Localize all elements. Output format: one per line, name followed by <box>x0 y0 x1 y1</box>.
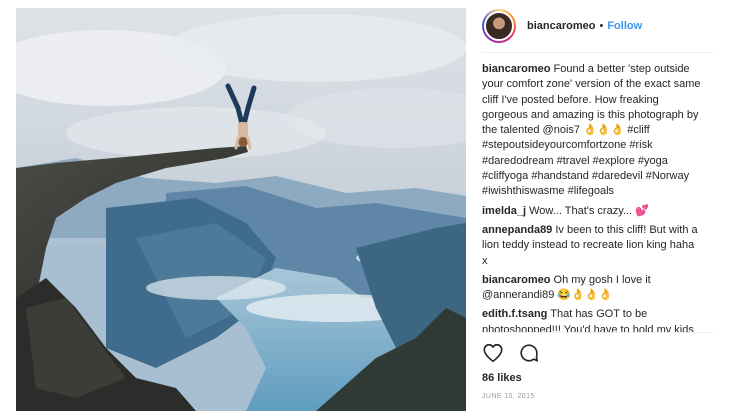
post-actions <box>482 342 540 366</box>
comment-item: biancaromeo Found a better 'step outside… <box>482 62 702 200</box>
follow-button[interactable]: Follow <box>607 20 642 32</box>
comment-icon[interactable] <box>518 342 540 364</box>
actions-divider <box>482 332 714 333</box>
comment-username[interactable]: edith.f.tsang <box>482 308 547 320</box>
comment-item: biancaromeo Oh my gosh I love it @annera… <box>482 273 702 304</box>
comment-item: annepanda89 Iv been to this cliff! But w… <box>482 223 702 269</box>
post-header: biancaromeo • Follow <box>482 7 714 45</box>
comment-username[interactable]: biancaromeo <box>482 274 550 286</box>
post-side-panel: biancaromeo • Follow biancaromeo Found a… <box>466 0 730 411</box>
post-photo[interactable] <box>16 8 466 411</box>
comment-item: imelda_j Wow... That's crazy... 💕 <box>482 204 702 219</box>
fjord-cliff-illustration <box>16 8 466 411</box>
avatar[interactable] <box>482 9 516 43</box>
comment-text: Found a better 'step outside your comfor… <box>482 63 701 198</box>
comment-item: edith.f.tsang That has GOT to be photosh… <box>482 307 702 332</box>
header-divider <box>482 52 714 53</box>
header-username[interactable]: biancaromeo <box>527 20 595 32</box>
comments-list[interactable]: biancaromeo Found a better 'step outside… <box>482 62 702 332</box>
comment-text: Wow... That's crazy... 💕 <box>529 204 649 217</box>
heart-icon[interactable] <box>482 342 504 364</box>
header-dot-separator: • <box>599 20 604 32</box>
comment-username[interactable]: annepanda89 <box>482 224 552 236</box>
comment-username[interactable]: imelda_j <box>482 205 526 217</box>
comment-username[interactable]: biancaromeo <box>482 63 550 75</box>
post-date: JUNE 10, 2015 <box>482 393 535 400</box>
likes-count[interactable]: 86 likes <box>482 372 522 384</box>
